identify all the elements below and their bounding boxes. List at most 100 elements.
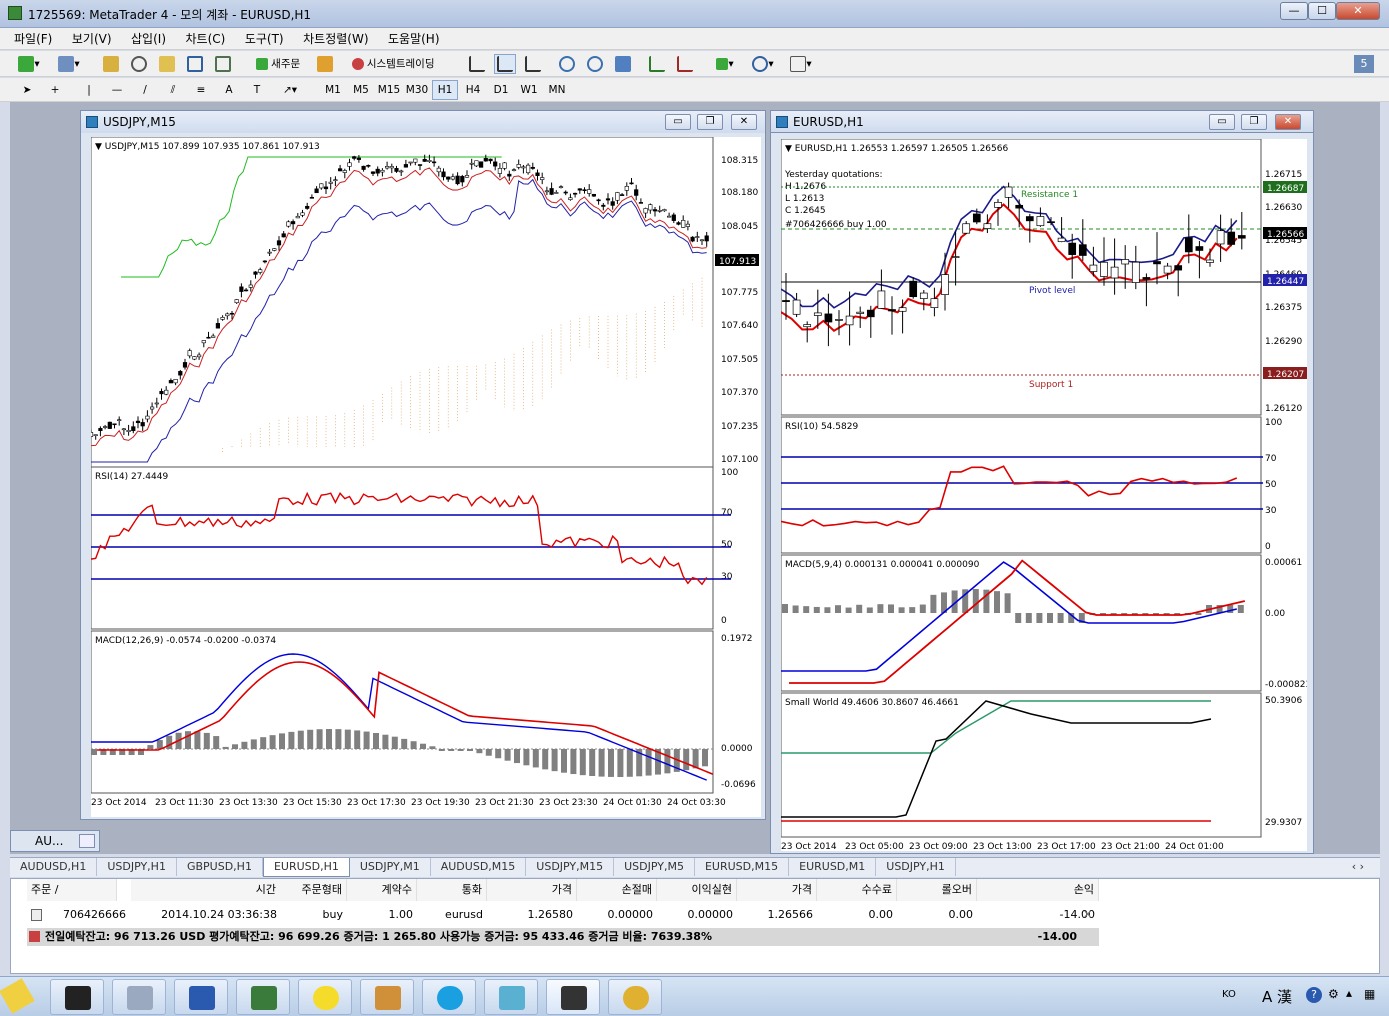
input-language[interactable]: KO xyxy=(1222,989,1236,1000)
usdjpy-close-button[interactable]: ✕ xyxy=(731,114,757,130)
navigator-button[interactable] xyxy=(156,54,178,74)
eurusd-chart-window[interactable]: EURUSD,H1 ▭ ❐ ✕ ▼ EURUSD,H1 1.26553 1.26… xyxy=(770,110,1314,854)
task-traffic-light[interactable] xyxy=(50,979,104,1015)
menu-help[interactable]: 도움말(H) xyxy=(380,28,448,50)
period-m15[interactable]: M15 xyxy=(376,80,402,100)
order-row[interactable]: 706426666 2014.10.24 03:36:38 buy 1.00 eurus… xyxy=(11,906,1111,924)
usdjpy-minimize-button[interactable]: ▭ xyxy=(665,114,691,130)
chart-tab[interactable]: USDJPY,H1 xyxy=(876,858,956,876)
menu-insert[interactable]: 삽입(I) xyxy=(123,28,174,50)
period-m5[interactable]: M5 xyxy=(348,80,374,100)
mailbox-badge[interactable]: 5 xyxy=(1354,55,1374,73)
meta-editor-button[interactable] xyxy=(314,54,336,74)
minimized-chart-window[interactable]: AU... xyxy=(10,830,100,852)
periods-button[interactable]: ▾ xyxy=(746,54,780,74)
chart-tab[interactable]: EURUSD,M1 xyxy=(789,858,877,876)
period-h4[interactable]: H4 xyxy=(460,80,486,100)
terminal-column-header[interactable]: 손익 xyxy=(977,879,1099,901)
terminal-column-header[interactable]: 가격 xyxy=(737,879,817,901)
period-m1[interactable]: M1 xyxy=(320,80,346,100)
chart-tab[interactable]: USDJPY,H1 xyxy=(97,858,177,876)
close-order-icon[interactable]: ✕ xyxy=(1083,908,1092,921)
cursor-button[interactable]: ➤ xyxy=(16,80,38,100)
text-label-button[interactable]: T xyxy=(246,80,268,100)
period-d1[interactable]: D1 xyxy=(488,80,514,100)
terminal-button[interactable] xyxy=(184,54,206,74)
ime-indicator[interactable]: A 漢 xyxy=(1262,986,1292,1007)
autoscroll-button[interactable] xyxy=(646,54,668,74)
chart-tab[interactable]: USDJPY,M5 xyxy=(614,858,695,876)
network-icon[interactable]: ▦ xyxy=(1364,987,1375,1001)
terminal-column-header[interactable]: 수수료 xyxy=(817,879,897,901)
data-window-button[interactable] xyxy=(128,54,150,74)
horizontal-line-button[interactable]: — xyxy=(106,80,128,100)
usdjpy-chart-window[interactable]: USDJPY,M15 ▭ ❐ ✕ ▼ USDJPY,M15 107.899 10… xyxy=(80,110,766,820)
arrows-button[interactable]: ↗▾ xyxy=(274,80,306,100)
usdjpy-window-titlebar[interactable]: USDJPY,M15 ▭ ❐ ✕ xyxy=(81,111,765,133)
task-people[interactable] xyxy=(360,979,414,1015)
tab-scroll-arrows[interactable]: ‹ › xyxy=(1342,858,1374,876)
vertical-line-button[interactable]: | xyxy=(78,80,100,100)
crosshair-button[interactable]: + xyxy=(44,80,66,100)
chart-tab[interactable]: AUDUSD,H1 xyxy=(10,858,98,876)
chart-tab[interactable]: EURUSD,M15 xyxy=(695,858,790,876)
task-metatrader[interactable] xyxy=(546,979,600,1015)
task-skype[interactable] xyxy=(422,979,476,1015)
task-chrome[interactable] xyxy=(608,979,662,1015)
task-app[interactable] xyxy=(484,979,538,1015)
new-chart-button[interactable]: ▾ xyxy=(12,54,46,74)
usdjpy-chart-canvas[interactable]: ▼ USDJPY,M15 107.899 107.935 107.861 107… xyxy=(91,137,761,817)
tile-windows-button[interactable] xyxy=(612,54,634,74)
period-mn[interactable]: MN xyxy=(544,80,570,100)
tester-button[interactable] xyxy=(212,54,234,74)
terminal-column-header[interactable]: 통화 xyxy=(417,879,487,901)
start-sticker-icon[interactable] xyxy=(0,978,35,1014)
terminal-column-header[interactable]: 롤오버 xyxy=(897,879,977,901)
chart-tab[interactable]: EURUSD,H1 xyxy=(262,858,350,877)
line-chart-button[interactable] xyxy=(522,54,544,74)
tray-expand-icon[interactable]: ▴ xyxy=(1346,986,1352,1000)
eurusd-close-button[interactable]: ✕ xyxy=(1275,114,1301,130)
task-calculator[interactable] xyxy=(112,979,166,1015)
fibonacci-button[interactable]: ≡ xyxy=(190,80,212,100)
period-w1[interactable]: W1 xyxy=(516,80,542,100)
usdjpy-restore-button[interactable]: ❐ xyxy=(697,114,723,130)
menu-window[interactable]: 차트정렬(W) xyxy=(295,28,376,50)
terminal-column-header[interactable]: 시간 xyxy=(131,879,281,901)
eurusd-restore-button[interactable]: ❐ xyxy=(1241,114,1267,130)
close-button[interactable]: ✕ xyxy=(1336,2,1380,20)
chart-tab[interactable]: USDJPY,M15 xyxy=(526,858,615,876)
menu-file[interactable]: 파일(F) xyxy=(6,28,60,50)
zoom-in-button[interactable] xyxy=(556,54,578,74)
chart-tab[interactable]: USDJPY,M1 xyxy=(350,858,431,876)
eurusd-minimize-button[interactable]: ▭ xyxy=(1209,114,1235,130)
zoom-out-button[interactable] xyxy=(584,54,606,74)
indicators-button[interactable]: ▾ xyxy=(708,54,742,74)
equidistant-channel-button[interactable]: ⫽ xyxy=(162,80,184,100)
bar-chart-button[interactable] xyxy=(466,54,488,74)
market-watch-button[interactable] xyxy=(100,54,122,74)
chart-shift-button[interactable] xyxy=(674,54,696,74)
maximize-button[interactable]: ☐ xyxy=(1308,2,1336,20)
text-button[interactable]: A xyxy=(218,80,240,100)
eurusd-window-titlebar[interactable]: EURUSD,H1 ▭ ❐ ✕ xyxy=(771,111,1313,133)
menu-view[interactable]: 보기(V) xyxy=(64,28,120,50)
profiles-button[interactable]: ▾ xyxy=(52,54,86,74)
system-trading-button[interactable]: 시스템트레이딩 xyxy=(340,54,446,74)
eurusd-chart-canvas[interactable]: ▼ EURUSD,H1 1.26553 1.26597 1.26505 1.26… xyxy=(781,139,1307,851)
terminal-column-header[interactable]: 주문 / xyxy=(27,879,117,901)
period-m30[interactable]: M30 xyxy=(404,80,430,100)
templates-button[interactable]: ▾ xyxy=(784,54,818,74)
chart-tab[interactable]: GBPUSD,H1 xyxy=(177,858,263,876)
new-order-button[interactable]: 새주문 xyxy=(248,54,308,74)
menu-chart[interactable]: 차트(C) xyxy=(178,28,234,50)
task-window[interactable] xyxy=(236,979,290,1015)
minimize-button[interactable]: — xyxy=(1280,2,1308,20)
terminal-column-header[interactable]: 손절매 xyxy=(577,879,657,901)
task-word[interactable] xyxy=(174,979,228,1015)
settings-icon[interactable]: ⚙ xyxy=(1328,987,1339,1001)
menu-tools[interactable]: 도구(T) xyxy=(237,28,292,50)
terminal-column-header[interactable]: 이익실현 xyxy=(657,879,737,901)
trendline-button[interactable]: / xyxy=(134,80,156,100)
restore-icon[interactable] xyxy=(79,834,95,848)
